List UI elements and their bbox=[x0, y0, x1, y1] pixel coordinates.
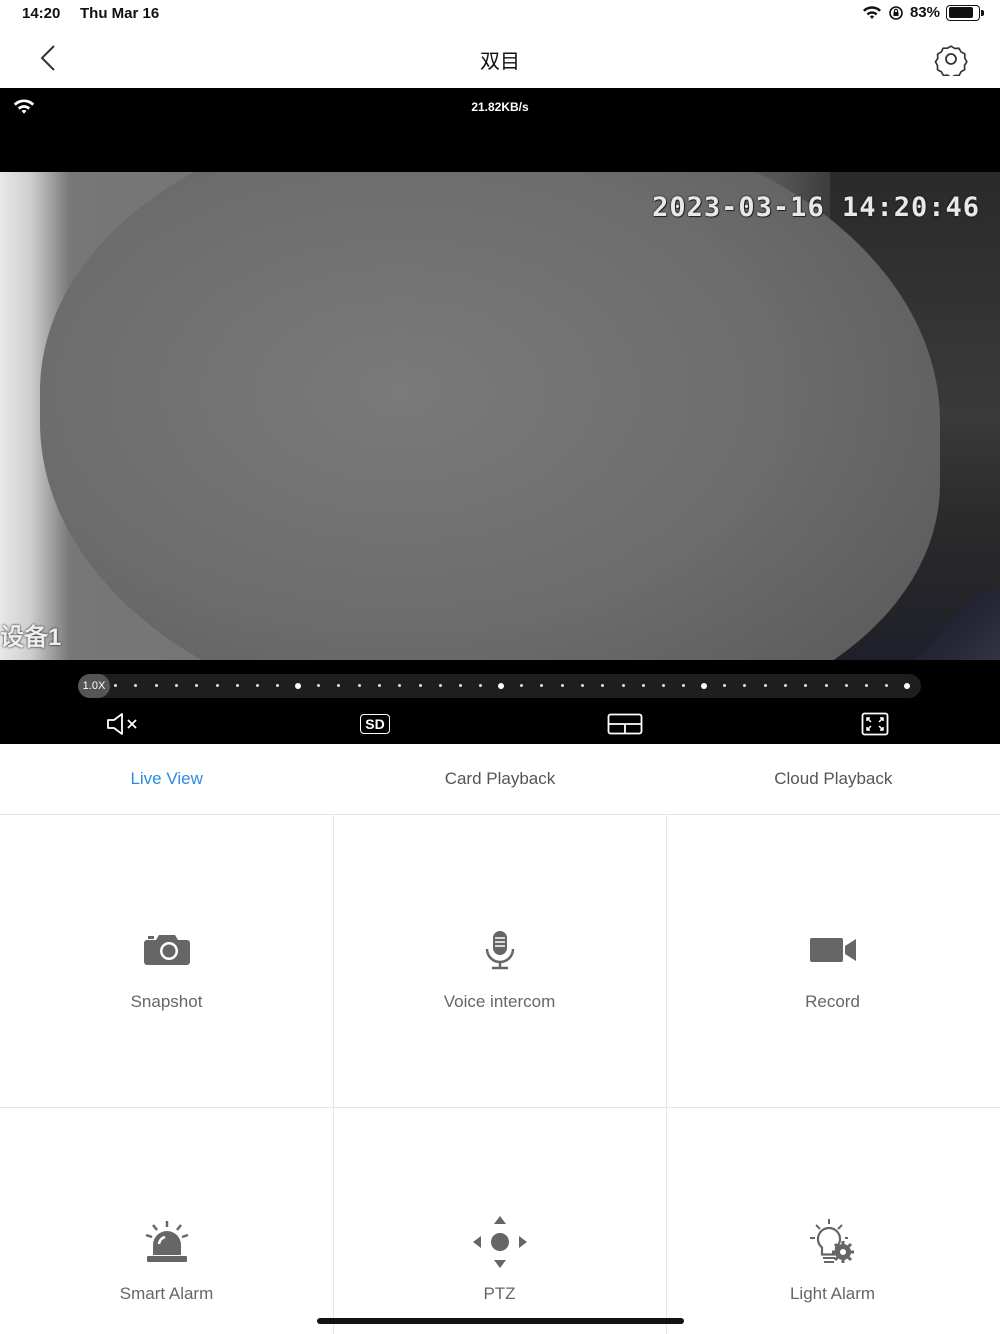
gear-icon bbox=[934, 45, 968, 76]
battery-icon bbox=[946, 4, 984, 21]
zoom-slider[interactable]: 1.0X bbox=[78, 674, 921, 698]
split-screen-icon bbox=[607, 713, 643, 735]
microphone-icon bbox=[470, 920, 530, 980]
timeline-tick bbox=[540, 684, 544, 687]
status-date: Thu Mar 16 bbox=[80, 5, 160, 22]
action-grid: Snapshot Voice intercom Record Smart Ala… bbox=[0, 815, 1000, 1334]
page-title: 双目 bbox=[480, 51, 520, 73]
status-time: 14:20 bbox=[22, 5, 61, 22]
timeline-tick bbox=[134, 684, 138, 687]
bitrate-readout: 21.82KB/s bbox=[471, 100, 529, 114]
timeline-tick bbox=[256, 684, 260, 687]
light-alarm-label: Light Alarm bbox=[789, 1284, 876, 1303]
playback-tabs: Live View Card Playback Cloud Playback bbox=[0, 744, 1000, 815]
timeline-tick bbox=[865, 684, 869, 687]
timeline-tick bbox=[479, 684, 483, 687]
timeline-tick bbox=[824, 684, 828, 687]
record-label: Record bbox=[805, 992, 860, 1011]
timeline-major-tick bbox=[701, 682, 708, 689]
timeline-tick bbox=[580, 684, 584, 687]
timeline-major-tick bbox=[295, 682, 302, 689]
timeline-major-tick bbox=[904, 682, 911, 689]
video-player[interactable]: 21.82KB/s 2023-03-16 14:20:46 设备1 1.0X S… bbox=[0, 88, 1000, 744]
video-frame[interactable]: 2023-03-16 14:20:46 设备1 bbox=[0, 172, 1000, 660]
timeline-major-tick bbox=[498, 682, 505, 689]
smart-alarm-label: Smart Alarm bbox=[119, 1284, 214, 1303]
quality-sd-button[interactable]: SD bbox=[355, 708, 395, 740]
timeline-tick bbox=[215, 684, 219, 687]
mute-button[interactable] bbox=[103, 708, 143, 740]
timeline-tick bbox=[743, 684, 747, 687]
battery-percent: 83% bbox=[909, 4, 940, 21]
speaker-muted-icon bbox=[107, 713, 137, 735]
timeline-tick bbox=[276, 684, 280, 687]
alarm-siren-icon bbox=[137, 1212, 197, 1272]
status-bar: 14:20 Thu Mar 16 83% bbox=[0, 0, 1000, 28]
video-camera-icon bbox=[803, 920, 863, 980]
settings-button[interactable] bbox=[932, 40, 970, 78]
timeline-tick bbox=[621, 684, 625, 687]
timeline-tick bbox=[763, 684, 767, 687]
fullscreen-button[interactable] bbox=[855, 708, 895, 740]
snapshot-label: Snapshot bbox=[130, 992, 203, 1011]
tab-card-playback[interactable]: Card Playback bbox=[333, 744, 666, 814]
camera-icon bbox=[137, 920, 197, 980]
orientation-lock-icon bbox=[889, 5, 903, 20]
timeline-tick bbox=[662, 684, 666, 687]
snapshot-button[interactable]: Snapshot bbox=[0, 920, 333, 1012]
sd-icon: SD bbox=[360, 714, 390, 734]
timeline-tick bbox=[418, 684, 422, 687]
nav-bar: 双目 bbox=[0, 28, 1000, 88]
status-indicators: 83% bbox=[862, 4, 984, 21]
timeline-tick bbox=[438, 684, 442, 687]
tab-live-view[interactable]: Live View bbox=[0, 744, 333, 814]
timeline-tick bbox=[195, 684, 199, 687]
timeline-tick bbox=[114, 684, 117, 687]
timeline-tick bbox=[601, 684, 605, 687]
timeline-tick bbox=[641, 684, 645, 687]
timeline-tick bbox=[317, 684, 320, 687]
wifi-icon bbox=[862, 5, 881, 19]
timeline-tick bbox=[398, 684, 402, 687]
device-label: 设备1 bbox=[0, 624, 62, 651]
home-indicator[interactable] bbox=[317, 1318, 684, 1324]
timeline-tick bbox=[885, 684, 889, 687]
ptz-button[interactable]: PTZ bbox=[333, 1212, 666, 1304]
timeline-tick bbox=[377, 684, 381, 687]
ptz-label: PTZ bbox=[483, 1284, 516, 1303]
record-button[interactable]: Record bbox=[666, 920, 999, 1012]
timeline-tick bbox=[723, 684, 726, 687]
timeline-tick bbox=[560, 684, 564, 687]
split-screen-button[interactable] bbox=[605, 708, 645, 740]
video-controls: SD bbox=[0, 706, 1000, 744]
voice-intercom-button[interactable]: Voice intercom bbox=[333, 920, 666, 1012]
timeline-tick bbox=[682, 684, 686, 687]
light-alarm-button[interactable]: Light Alarm bbox=[666, 1212, 999, 1304]
timeline-tick bbox=[783, 684, 787, 687]
timeline-tick bbox=[520, 684, 523, 687]
timeline-tick bbox=[804, 684, 808, 687]
timeline-tick bbox=[357, 684, 361, 687]
timeline-tick bbox=[235, 684, 239, 687]
zoom-level-chip[interactable]: 1.0X bbox=[78, 674, 110, 698]
fullscreen-icon bbox=[861, 712, 889, 736]
timeline-tick bbox=[844, 684, 848, 687]
video-timestamp: 2023-03-16 14:20:46 bbox=[652, 192, 980, 223]
voice-intercom-label: Voice intercom bbox=[443, 992, 556, 1011]
ptz-directional-icon bbox=[470, 1212, 530, 1272]
timeline-tick bbox=[154, 684, 158, 687]
timeline-tick bbox=[337, 684, 341, 687]
bulb-settings-icon bbox=[803, 1212, 863, 1272]
timeline-tick bbox=[459, 684, 463, 687]
timeline-tick bbox=[174, 684, 178, 687]
tab-cloud-playback[interactable]: Cloud Playback bbox=[667, 744, 1000, 814]
smart-alarm-button[interactable]: Smart Alarm bbox=[0, 1212, 333, 1304]
